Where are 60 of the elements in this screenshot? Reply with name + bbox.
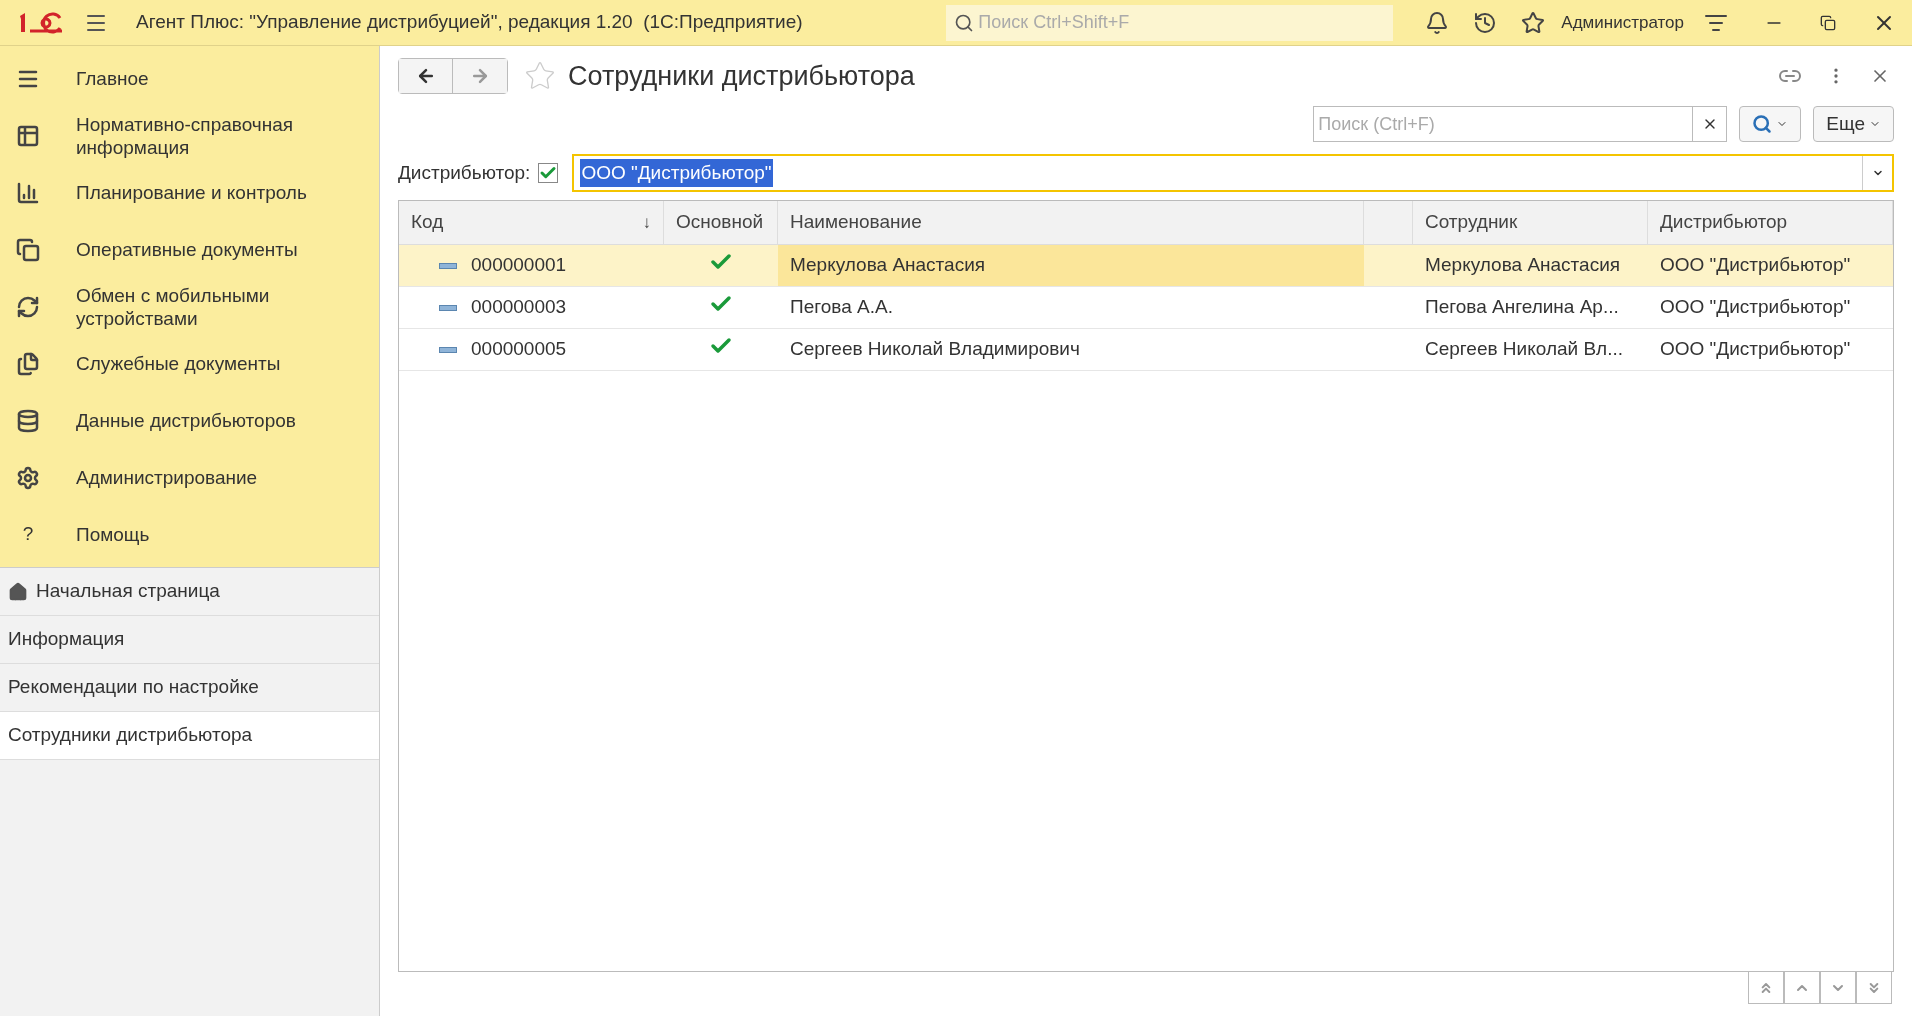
- scroll-button[interactable]: [1748, 972, 1784, 1004]
- table-cell-text: Меркулова Анастасия: [790, 253, 986, 278]
- search-icon: [1752, 114, 1773, 134]
- clear-button[interactable]: [1693, 106, 1728, 142]
- sync-icon: [16, 294, 40, 319]
- open-page-item[interactable]: Сотрудники дистрибьютора: [0, 712, 379, 760]
- form-title: Сотрудники дистрибьютора: [568, 59, 915, 93]
- history-icon[interactable]: [1473, 10, 1498, 35]
- section-item[interactable]: Нормативно-справочная информация: [0, 107, 379, 164]
- back-button[interactable]: [399, 59, 453, 93]
- bar-chart-icon: [16, 180, 40, 205]
- app-title: Агент Плюс: "Управление дистрибуцией", редакция 1.20 (1С:Предприятие): [136, 10, 803, 35]
- table-cell-text: Пегова А.А.: [790, 295, 893, 320]
- column-header[interactable]: Дистрибьютор: [1648, 201, 1893, 244]
- files-icon: [16, 351, 40, 376]
- table-cell-text: 000000005: [471, 337, 567, 362]
- user-name[interactable]: Администратор: [1561, 9, 1684, 36]
- restore-icon[interactable]: [1820, 14, 1836, 31]
- scroll-button[interactable]: [1856, 972, 1892, 1004]
- more-button[interactable]: Еще: [1813, 106, 1894, 142]
- item-icon: [439, 304, 457, 311]
- column-header[interactable]: Сотрудник: [1413, 201, 1648, 244]
- table-cell-text: ООО "Дистрибьютор": [1660, 253, 1851, 278]
- gear-icon: [16, 465, 40, 490]
- section-item[interactable]: ? Помощь: [0, 506, 379, 563]
- sort-arrow: ↓: [642, 211, 651, 234]
- section-item[interactable]: Планирование и контроль: [0, 164, 379, 221]
- section-item[interactable]: Главное: [0, 50, 379, 107]
- table-cell-text: 000000001: [471, 253, 567, 278]
- item-icon: [439, 262, 457, 269]
- home-icon: [8, 581, 28, 602]
- column-header[interactable]: Код ↓: [399, 201, 664, 244]
- table-row[interactable]: 000000001 Меркулова Анастасия Меркулова Анастасия ООО "Дистрибьютор": [399, 245, 1893, 287]
- column-header[interactable]: Основной: [664, 201, 778, 244]
- table-cell-text: Меркулова Анастасия: [1425, 253, 1621, 278]
- star-icon[interactable]: [1521, 10, 1546, 35]
- section-item[interactable]: Данные дистрибьюторов: [0, 392, 379, 449]
- distributor-field[interactable]: ООО "Дистрибьютор": [572, 154, 1894, 192]
- section-item[interactable]: Служебные документы: [0, 335, 379, 392]
- bell-icon[interactable]: [1425, 10, 1450, 35]
- table-icon: [16, 123, 40, 148]
- search-button[interactable]: [1739, 106, 1802, 142]
- filter-label: Дистрибьютор:: [398, 160, 531, 185]
- favorite-star-icon[interactable]: [524, 60, 556, 92]
- filter-checkbox[interactable]: [538, 163, 559, 183]
- table-cell-text: Сергеев Николай Вл...: [1425, 337, 1624, 362]
- section-item[interactable]: Обмен с мобильными устройствами: [0, 278, 379, 335]
- database-icon: [16, 408, 40, 433]
- table-cell-text: 000000003: [471, 295, 567, 320]
- list-search-field[interactable]: Поиск (Ctrl+F): [1313, 106, 1694, 142]
- table-cell-text: ООО "Дистрибьютор": [1660, 295, 1851, 320]
- item-icon: [439, 346, 457, 353]
- section-item[interactable]: Оперативные документы: [0, 221, 379, 278]
- documents-icon: [16, 237, 40, 262]
- table-cell-text: Сергеев Николай Владимирович: [790, 337, 1080, 362]
- section-item[interactable]: Администрирование: [0, 449, 379, 506]
- table-cell-text: ООО "Дистрибьютор": [1660, 337, 1851, 362]
- search-icon: [954, 12, 975, 33]
- table-cell-text: Пегова Ангелина Ар...: [1425, 295, 1619, 320]
- help-icon: ?: [16, 520, 40, 549]
